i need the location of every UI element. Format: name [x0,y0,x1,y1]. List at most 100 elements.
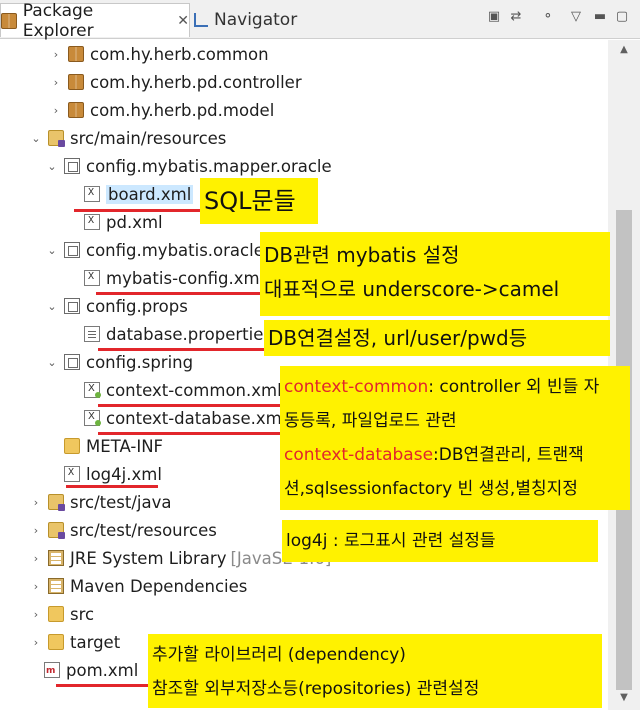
tab-package-explorer[interactable]: Package Explorer ✕ [0,1,190,41]
view-tab-bar: Package Explorer ✕ Navigator ▣ ⇄ ⚬ ▽ ▬ ▢ [0,0,640,41]
tree-item-src-main-resources[interactable]: ⌄ src/main/resources [28,124,226,152]
tree-item-board-xml[interactable]: board.xml [84,180,194,208]
view-menu-icon[interactable]: ▽ [568,9,584,25]
collapse-icon[interactable]: ⌄ [44,242,60,258]
tree-item-label: com.hy.herb.pd.model [90,100,275,120]
expand-icon[interactable]: › [28,578,44,594]
tree-item-context-common-xml[interactable]: context-common.xml [84,376,282,404]
expand-icon[interactable]: › [48,102,64,118]
tree-item-context-database-xml[interactable]: context-database.xml [84,404,286,432]
tree-item-label: com.hy.herb.common [90,44,269,64]
tree-item-label: src [70,604,95,624]
spring-xml-icon [84,410,101,426]
tree-item-label: config.props [86,296,188,316]
tree-item-target[interactable]: › target [28,628,120,656]
scroll-up-icon[interactable]: ▲ [616,42,632,58]
xml-file-icon [84,214,100,230]
annotation-note-text: 동등록, 파일업로드 관련 [284,411,457,431]
tree-item-label: META-INF [86,436,164,456]
annotation-underline [96,292,262,295]
navigator-icon [194,13,208,27]
tree-item-maven-dependencies[interactable]: › Maven Dependencies [28,572,248,600]
tree-item-config-mybatis-mapper-oracle[interactable]: ⌄ config.mybatis.mapper.oracle [44,152,332,180]
xml-file-icon [64,466,80,482]
tree-item-com-hy-herb-pd-model[interactable]: › com.hy.herb.pd.model [48,96,274,124]
spring-xml-icon [84,382,101,398]
annotation-note-text: : controller 외 빈들 자 [428,377,600,397]
tree-item-meta-inf[interactable]: META-INF [64,432,163,460]
tree-item-label: src/main/resources [70,128,227,148]
scroll-down-icon[interactable]: ▼ [616,690,632,706]
source-folder-icon [48,130,65,147]
tree-item-label: Maven Dependencies [70,576,248,596]
tree-item-label: pd.xml [106,212,163,232]
annotation-note-text: 대표적으로 underscore->camel [264,277,560,301]
package-icon [68,74,84,90]
annotation-underline [98,432,284,435]
tree-item-pd-xml[interactable]: pd.xml [84,208,163,236]
tab-navigator-label: Navigator [214,10,298,30]
collapse-icon[interactable]: ⌄ [44,354,60,370]
tree-item-database-properties[interactable]: database.properties [84,320,272,348]
annotation-underline [74,209,200,212]
expand-icon[interactable]: › [28,606,44,622]
annotation-note-spring: context-common: controller 외 빈들 자 동등록, 파… [280,366,630,510]
expand-icon[interactable]: › [28,522,44,538]
tree-item-label: src/test/resources [70,520,217,540]
tree-item-config-props[interactable]: ⌄ config.props [44,292,188,320]
annotation-note-text: 참조할 외부저장소등(repositories) 관련설정 [152,679,480,699]
annotation-underline [66,485,158,488]
xml-file-icon [84,270,100,286]
package-folder-icon [64,298,80,314]
collapse-all-icon[interactable]: ▣ [486,9,502,25]
folder-icon [64,438,80,454]
tree-item-log4j-xml[interactable]: log4j.xml [64,460,162,488]
tree-item-label: mybatis-config.xml [106,268,265,288]
annotation-note-sql: SQL문들 [200,178,318,224]
annotation-underline [98,348,266,351]
close-icon[interactable]: ✕ [177,13,189,29]
maximize-icon[interactable]: ▢ [614,9,630,25]
tree-item-label: log4j.xml [86,464,162,484]
properties-file-icon [84,326,100,342]
annotation-note-text: DB관련 mybatis 설정 [264,243,460,267]
annotation-note-pom: 추가할 라이브러리 (dependency) 참조할 외부저장소등(reposi… [148,634,602,708]
package-explorer-icon [1,12,17,29]
tab-navigator[interactable]: Navigator [194,3,297,37]
tree-item-label: config.mybatis.oracle [86,240,264,260]
annotation-note-text: 추가할 라이브러리 (dependency) [152,645,406,665]
minimize-icon[interactable]: ▬ [592,9,608,25]
annotation-note-text: SQL문들 [204,187,296,215]
tree-item-mybatis-config-xml[interactable]: mybatis-config.xml [84,264,264,292]
tree-item-label: config.spring [86,352,194,372]
folder-icon [48,634,64,650]
collapse-icon[interactable]: ⌄ [44,298,60,314]
tree-item-label: config.mybatis.mapper.oracle [86,156,332,176]
link-with-editor-icon[interactable]: ⇄ [508,9,524,25]
focus-icon[interactable]: ⚬ [540,9,556,25]
annotation-note-text: 션,sqlsessionfactory 빈 생성,별칭지정 [284,479,578,499]
package-folder-icon [64,242,80,258]
collapse-icon[interactable]: ⌄ [28,130,44,146]
tree-item-config-spring[interactable]: ⌄ config.spring [44,348,193,376]
folder-icon [48,606,64,622]
library-icon [48,578,64,594]
expand-icon[interactable]: › [28,494,44,510]
tree-item-com-hy-herb-common[interactable]: › com.hy.herb.common [48,40,269,68]
tree-item-pom-xml[interactable]: pom.xml [44,656,138,684]
expand-icon[interactable]: › [48,46,64,62]
collapse-icon[interactable]: ⌄ [44,158,60,174]
tree-item-src-test-resources[interactable]: › src/test/resources [28,516,217,544]
expand-icon[interactable]: › [48,74,64,90]
library-icon [48,550,64,566]
tree-item-com-hy-herb-pd-controller[interactable]: › com.hy.herb.pd.controller [48,68,302,96]
tree-item-src[interactable]: › src [28,600,94,628]
annotation-note-highlight: context-database [284,445,434,465]
expand-icon[interactable]: › [28,634,44,650]
tab-package-explorer-label: Package Explorer [22,0,94,41]
annotation-note-text: :DB연결관리, 트랜잭 [433,445,584,465]
tree-item-config-mybatis-oracle[interactable]: ⌄ config.mybatis.oracle [44,236,264,264]
source-folder-icon [48,522,65,539]
tree-item-src-test-java[interactable]: › src/test/java [28,488,172,516]
expand-icon[interactable]: › [28,550,44,566]
